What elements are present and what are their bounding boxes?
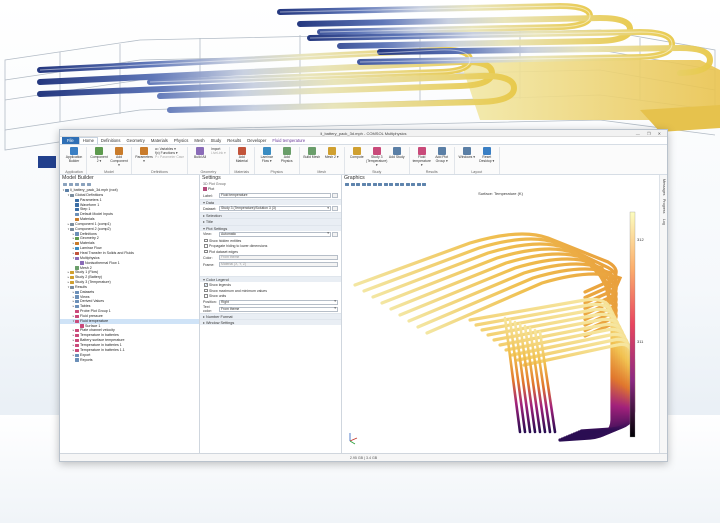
colorbar-label-311: 311 <box>637 339 644 344</box>
cooling-tubes <box>353 232 636 442</box>
color-bar <box>629 211 636 438</box>
axis-triad <box>349 433 358 445</box>
y-axis-icon <box>349 440 356 445</box>
graphics-3d-render: 312 311 <box>349 211 644 445</box>
colorbar-label-312: 312 <box>637 237 644 242</box>
x-axis-icon <box>349 437 358 442</box>
